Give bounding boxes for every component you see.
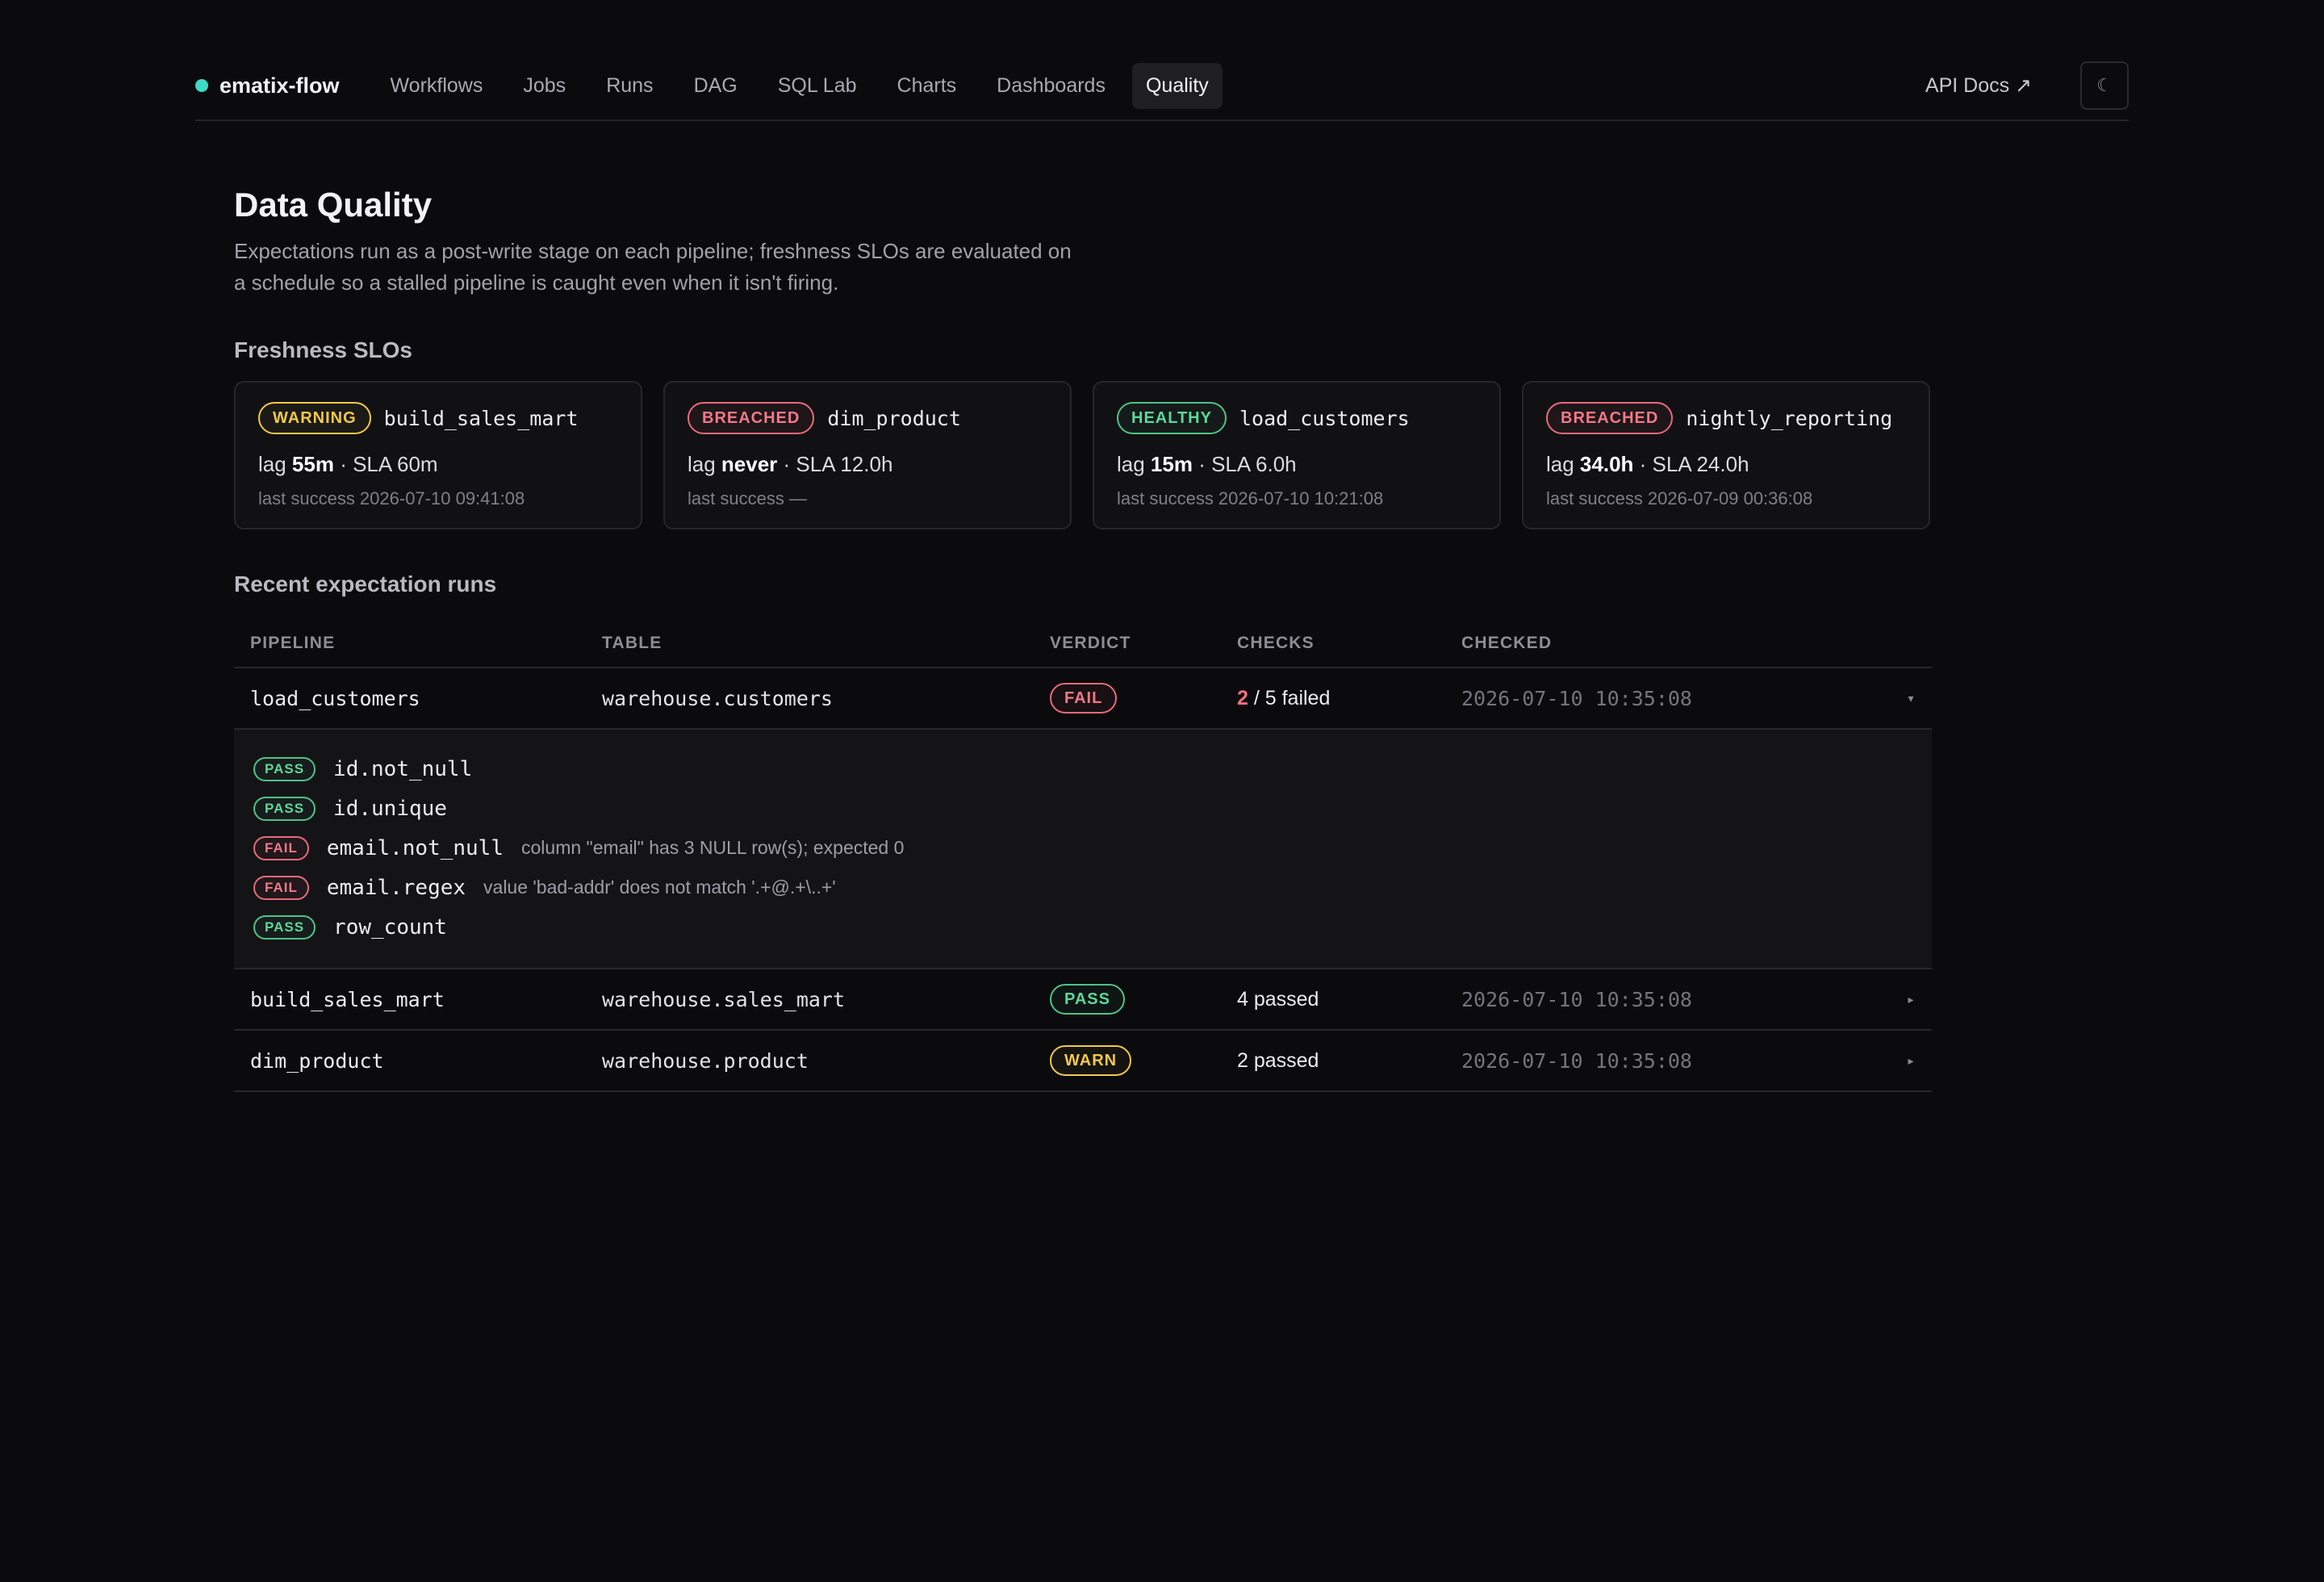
description-line-1: Expectations run as a post-write stage o…: [234, 239, 1072, 263]
row-pipeline: load_customers: [250, 686, 420, 710]
page-title: Data Quality: [234, 186, 433, 224]
slo-card: HEALTHY load_customers lag 15m · SLA 6.0…: [1093, 381, 1501, 529]
slo-last-success: last success 2026-07-10 10:21:08: [1117, 488, 1384, 508]
check-name: id.not_null: [333, 756, 473, 781]
nav-link-workflows[interactable]: Workflows: [377, 63, 497, 109]
verdict-badge: WARN: [1050, 1045, 1132, 1076]
expand-caret-icon[interactable]: ▸: [1900, 993, 1922, 1007]
theme-toggle-button[interactable]: ☾: [2080, 61, 2129, 110]
slo-lag-value: 15m: [1150, 452, 1193, 476]
expanded-checks: PASS id.not_null PASS id.unique FAIL ema…: [234, 730, 1932, 969]
slo-pipeline-name: nightly_reporting: [1686, 406, 1893, 430]
row-pipeline: build_sales_mart: [250, 987, 445, 1011]
verdict-badge: PASS: [1050, 984, 1125, 1015]
check-name: id.unique: [333, 796, 447, 821]
verdict-badge: FAIL: [1050, 683, 1118, 714]
status-badge: BREACHED: [688, 402, 815, 434]
check-result-badge: FAIL: [253, 875, 309, 900]
table-row[interactable]: build_sales_mart warehouse.sales_mart PA…: [234, 969, 1932, 1031]
row-checks: 4 passed: [1237, 987, 1319, 1011]
header-verdict: VERDICT: [1050, 634, 1131, 652]
header-table: TABLE: [602, 634, 663, 652]
description-line-2: a schedule so a stalled pipeline is caug…: [234, 270, 839, 295]
collapse-caret-icon[interactable]: ▾: [1900, 692, 1922, 705]
row-pipeline: dim_product: [250, 1048, 384, 1073]
row-checked: 2026-07-10 10:35:08: [1461, 1048, 1692, 1073]
brand-name: ematix-flow: [219, 73, 340, 98]
slo-last-success: last success —: [688, 488, 807, 508]
nav-link-charts[interactable]: Charts: [884, 63, 971, 109]
slo-pipeline-name: load_customers: [1239, 406, 1410, 430]
status-badge: WARNING: [258, 402, 371, 434]
table-row[interactable]: load_customers warehouse.customers FAIL …: [234, 668, 1932, 730]
main-content: Data Quality Expectations run as a post-…: [234, 186, 1932, 1092]
slo-lag-value: 34.0h: [1579, 452, 1634, 476]
slo-card: WARNING build_sales_mart lag 55m · SLA 6…: [234, 381, 642, 529]
nav-link-dag[interactable]: DAG: [680, 63, 751, 109]
slo-lag-line: lag 55m · SLA 60m: [258, 452, 438, 476]
slo-lag-line: lag 34.0h · SLA 24.0h: [1546, 452, 1749, 476]
check-item: FAIL email.regex value 'bad-addr' does n…: [253, 868, 1912, 907]
slo-lag-line: lag never · SLA 12.0h: [688, 452, 893, 476]
check-result-badge: FAIL: [253, 835, 309, 860]
failed-count: 2: [1237, 686, 1248, 709]
check-item: PASS id.not_null: [253, 749, 1912, 789]
row-table: warehouse.customers: [602, 686, 833, 710]
slo-grid: WARNING build_sales_mart lag 55m · SLA 6…: [234, 381, 1932, 529]
slo-lag-line: lag 15m · SLA 6.0h: [1117, 452, 1297, 476]
top-nav: ematix-flow Workflows Jobs Runs DAG SQL …: [195, 52, 2129, 121]
slo-section-title: Freshness SLOs: [234, 337, 412, 362]
check-result-badge: PASS: [253, 796, 316, 821]
row-checked: 2026-07-10 10:35:08: [1461, 686, 1692, 710]
table-header: PIPELINE TABLE VERDICT CHECKS CHECKED: [234, 620, 1932, 668]
nav-link-jobs[interactable]: Jobs: [509, 63, 579, 109]
check-name: email.regex: [326, 875, 466, 900]
nav-link-quality[interactable]: Quality: [1131, 62, 1223, 109]
page-description: Expectations run as a post-write stage o…: [234, 236, 1138, 299]
row-table: warehouse.product: [602, 1048, 809, 1073]
slo-lag-value: 55m: [291, 452, 334, 476]
nav-link-dashboards[interactable]: Dashboards: [983, 63, 1119, 109]
slo-pipeline-name: build_sales_mart: [383, 406, 579, 430]
expand-caret-icon[interactable]: ▸: [1900, 1054, 1922, 1068]
row-table: warehouse.sales_mart: [602, 987, 846, 1011]
header-checks: CHECKS: [1237, 634, 1315, 652]
status-badge: HEALTHY: [1117, 402, 1227, 434]
check-message: column "email" has 3 NULL row(s); expect…: [521, 837, 905, 858]
nav-links: Workflows Jobs Runs DAG SQL Lab Charts D…: [377, 62, 1223, 109]
row-checked: 2026-07-10 10:35:08: [1461, 987, 1692, 1011]
check-name: row_count: [333, 914, 447, 940]
check-result-badge: PASS: [253, 756, 316, 781]
slo-pipeline-name: dim_product: [827, 406, 961, 430]
status-dot-icon: [195, 79, 208, 92]
check-result-badge: PASS: [253, 914, 316, 940]
nav-right: API Docs ↗ ☾: [1925, 61, 2129, 110]
row-checks: 2 passed: [1237, 1048, 1319, 1072]
brand[interactable]: ematix-flow: [195, 73, 340, 98]
check-item: PASS row_count: [253, 907, 1912, 947]
check-message: value 'bad-addr' does not match '.+@.+\.…: [483, 877, 836, 898]
slo-last-success: last success 2026-07-09 00:36:08: [1546, 488, 1813, 508]
row-checks: 2 / 5 failed: [1237, 686, 1331, 709]
nav-link-runs[interactable]: Runs: [592, 63, 667, 109]
slo-lag-value: never: [721, 452, 778, 476]
slo-card: BREACHED dim_product lag never · SLA 12.…: [663, 381, 1072, 529]
api-docs-link[interactable]: API Docs ↗: [1925, 73, 2032, 98]
check-item: FAIL email.not_null column "email" has 3…: [253, 828, 1912, 868]
moon-icon: ☾: [2096, 75, 2113, 95]
slo-last-success: last success 2026-07-10 09:41:08: [258, 488, 525, 508]
status-badge: BREACHED: [1546, 402, 1674, 434]
runs-section-title: Recent expectation runs: [234, 571, 497, 596]
check-name: email.not_null: [326, 835, 504, 860]
check-item: PASS id.unique: [253, 789, 1912, 828]
header-checked: CHECKED: [1461, 634, 1553, 652]
nav-link-sql-lab[interactable]: SQL Lab: [764, 63, 871, 109]
slo-card: BREACHED nightly_reporting lag 34.0h · S…: [1522, 381, 1930, 529]
table-row[interactable]: dim_product warehouse.product WARN 2 pas…: [234, 1031, 1932, 1092]
header-pipeline: PIPELINE: [250, 634, 336, 652]
runs-table: PIPELINE TABLE VERDICT CHECKS CHECKED lo…: [234, 620, 1932, 1092]
